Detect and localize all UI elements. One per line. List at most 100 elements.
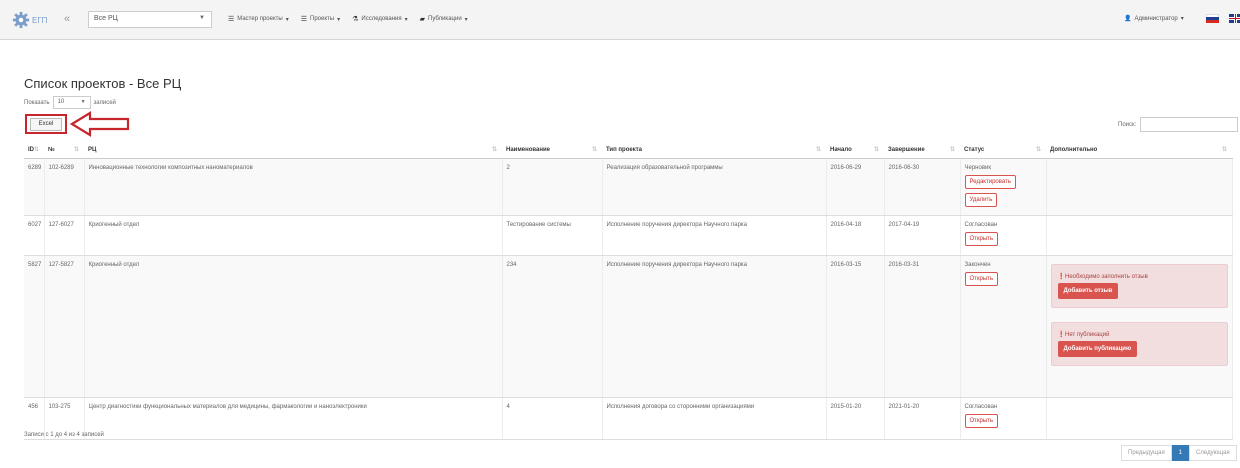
cell-num: 102-6289	[44, 158, 85, 216]
page-length-select[interactable]: 10 ▼	[52, 96, 91, 109]
cell-status: Согласован Открыть	[960, 397, 1047, 440]
cell-extra	[1046, 397, 1233, 440]
sort-icon: ⇅	[491, 147, 497, 153]
exclamation-icon: ❗	[1057, 273, 1065, 280]
add-review-button[interactable]: Добавить отзыв	[1057, 282, 1119, 299]
sort-icon: ⇅	[591, 147, 597, 153]
next-page-button[interactable]: Следующая	[1189, 445, 1237, 461]
sort-icon: ⇅	[73, 147, 79, 153]
menu-research[interactable]: ⚗ Исследования ▾	[352, 15, 408, 23]
col-header-rc[interactable]: РЦ ⇅	[84, 142, 502, 159]
sort-icon: ⇅	[1221, 147, 1227, 153]
page-1-button[interactable]: 1	[1171, 445, 1190, 461]
book-icon: ▰	[419, 16, 426, 23]
menu-projects[interactable]: ☰ Проекты ▾	[301, 15, 340, 23]
length-suffix: записей	[93, 99, 116, 106]
excel-export-button[interactable]: Excel	[30, 117, 62, 131]
cell-extra	[1046, 215, 1233, 256]
col-header-name[interactable]: Наименование ⇅	[502, 142, 602, 159]
table-header-row: ID ⇅ № ⇅ РЦ ⇅ Наименование ⇅ Тип проекта ⇅ На…	[24, 142, 1232, 159]
table-row: 6289 102-6289 Инновационные технологии к…	[24, 158, 1233, 216]
page-length-control: Показать 10 ▼ записей	[24, 96, 116, 109]
status-text: Согласован	[964, 221, 998, 228]
russian-flag-icon[interactable]	[1206, 14, 1219, 23]
chevron-down-icon: ▾	[285, 16, 289, 23]
chevron-down-icon: ▾	[337, 16, 341, 23]
sort-icon: ⇅	[33, 147, 39, 153]
menu-master-projects[interactable]: ☰ Мастер проекты ▾	[228, 15, 289, 23]
cell-rc: Криогенный отдел	[84, 255, 503, 398]
open-button[interactable]: Открыть	[964, 231, 999, 246]
cell-end: 2017-04-19	[884, 215, 961, 256]
app-logo[interactable]: ЕГП	[12, 10, 52, 30]
pagination: Предыдущая 1 Следующая	[1121, 445, 1237, 461]
sort-icon: ⇅	[815, 147, 821, 153]
logo-text: ЕГП	[32, 15, 48, 25]
delete-button[interactable]: Удалить	[964, 192, 998, 207]
cell-extra	[1046, 158, 1233, 216]
page-title: Список проектов - Все РЦ	[24, 76, 182, 91]
user-menu[interactable]: 👤 Администратор ▾	[1124, 15, 1184, 23]
menu-label: Публикации	[428, 16, 462, 22]
length-prefix: Показать	[24, 99, 50, 106]
table-row: 456 103-275 Центр диагностики функционал…	[24, 397, 1233, 440]
cell-extra: ❗Необходимо заполнить отзыв Добавить отз…	[1046, 255, 1233, 398]
user-icon: 👤	[1124, 16, 1132, 22]
rc-select[interactable]: Все РЦ ▼	[88, 11, 212, 28]
cell-type: Реализация образовательной программы	[602, 158, 827, 216]
add-publication-button[interactable]: Добавить публикацию	[1057, 340, 1138, 357]
col-header-status[interactable]: Статус ⇅	[960, 142, 1046, 159]
edit-button[interactable]: Редактировать	[964, 174, 1016, 189]
status-text: Согласован	[964, 403, 998, 410]
col-header-id[interactable]: ID ⇅	[24, 142, 44, 159]
english-flag-icon[interactable]	[1229, 14, 1240, 23]
flask-icon: ⚗	[352, 16, 359, 23]
col-header-num[interactable]: № ⇅	[44, 142, 84, 159]
sort-icon: ⇅	[949, 147, 955, 153]
cell-end: 2016-06-30	[884, 158, 961, 216]
user-label: Администратор	[1134, 15, 1178, 22]
list-icon: ☰	[228, 16, 235, 23]
list-icon: ☰	[300, 16, 308, 23]
prev-page-button[interactable]: Предыдущая	[1121, 445, 1172, 461]
cell-name: 2	[502, 158, 603, 216]
status-text: Черновик	[964, 164, 992, 171]
cell-name: 4	[502, 397, 603, 440]
col-header-end[interactable]: Завершение ⇅	[884, 142, 960, 159]
chevron-down-icon: ▾	[404, 16, 408, 23]
cell-status: Черновик Редактировать Удалить	[960, 158, 1047, 216]
col-header-extra[interactable]: Дополнительно ⇅	[1046, 142, 1232, 159]
cell-end: 2021-01-20	[884, 397, 961, 440]
projects-table: ID ⇅ № ⇅ РЦ ⇅ Наименование ⇅ Тип проекта ⇅ На…	[24, 142, 1233, 440]
cell-id: 5827	[24, 255, 45, 398]
search-input[interactable]	[1140, 117, 1239, 132]
rc-select-value: Все РЦ	[94, 15, 118, 22]
page-length-value: 10	[57, 99, 65, 105]
table-info: Записи с 1 до 4 из 4 записей	[24, 432, 104, 438]
cell-start: 2016-04-18	[826, 215, 885, 256]
status-text: Закончен	[964, 261, 991, 268]
open-button[interactable]: Открыть	[964, 413, 999, 428]
table-row: 6027 127-6027 Криогенный отдел Тестирова…	[24, 215, 1233, 256]
main-menu: ☰ Мастер проекты ▾ ☰ Проекты ▾ ⚗ Исследова…	[228, 15, 468, 23]
sort-icon: ⇅	[1035, 147, 1041, 153]
col-header-type[interactable]: Тип проекта ⇅	[602, 142, 826, 159]
left-arrow-annotation-icon	[70, 111, 130, 137]
chevron-down-icon: ▾	[464, 16, 468, 23]
collapse-sidebar-icon[interactable]: «	[64, 13, 70, 25]
cell-type: Исполнение поручения директора Научного …	[602, 255, 827, 398]
cell-rc: Центр диагностики функциональных материа…	[84, 397, 503, 440]
open-button[interactable]: Открыть	[964, 271, 999, 286]
search-label: Поиск:	[1118, 121, 1137, 128]
menu-publications[interactable]: ▰ Публикации ▾	[420, 15, 468, 23]
table-search: Поиск:	[1118, 117, 1239, 132]
cell-id: 6027	[24, 215, 45, 256]
alert-text: Необходимо заполнить отзыв	[1064, 273, 1148, 280]
exclamation-icon: ❗	[1057, 331, 1065, 338]
col-header-start[interactable]: Начало ⇅	[826, 142, 884, 159]
chevron-down-icon: ▼	[80, 99, 86, 105]
cell-rc: Инновационные технологии композитных нан…	[84, 158, 503, 216]
cell-type: Исполнение поручения директора Научного …	[602, 215, 827, 256]
cell-start: 2016-03-15	[826, 255, 885, 398]
cell-start: 2015-01-20	[826, 397, 885, 440]
